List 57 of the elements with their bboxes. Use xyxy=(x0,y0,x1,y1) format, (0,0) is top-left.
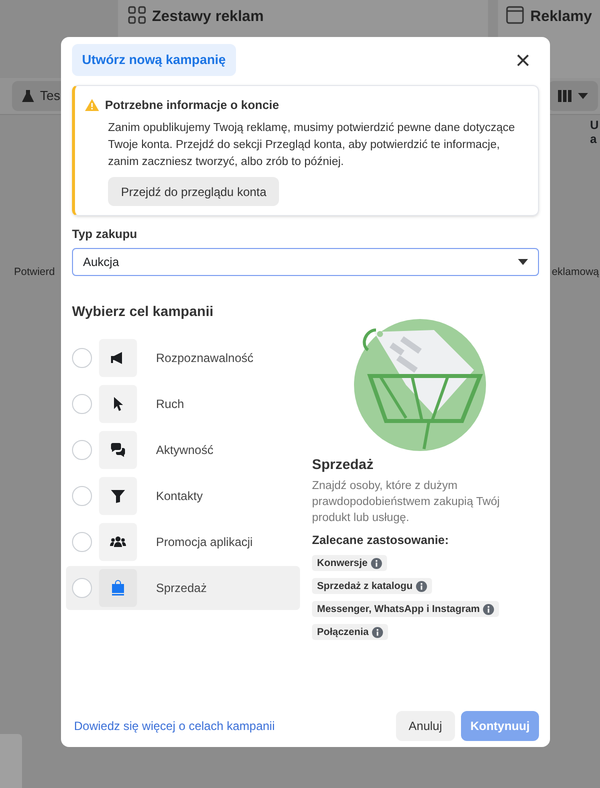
people-icon xyxy=(110,534,126,550)
tag: Konwersje xyxy=(312,555,387,571)
radio-button[interactable] xyxy=(72,486,92,506)
objective-label: Kontakty xyxy=(156,488,203,505)
close-button[interactable]: × xyxy=(509,46,537,74)
alert-text: Zanim opublikujemy Twoją reklamę, musimy potwierdzić pewne dane dotyczące Twoje konta. Przejdź do sekcji Przegląd konta, aby potwierdzić te informacje, zanim zaczniesz tworzyć, albo zrób to później. xyxy=(108,121,516,170)
shopping-bag-icon xyxy=(110,580,126,596)
body-text: eklamową xyxy=(552,265,599,280)
radio-button[interactable] xyxy=(72,578,92,598)
dialog-title: Utwórz nową kampanię xyxy=(72,44,236,76)
objective-title: Sprzedaż xyxy=(312,455,374,474)
objective-option[interactable]: Ruch xyxy=(66,382,300,426)
flask-icon xyxy=(22,89,34,103)
objective-option[interactable]: Aktywność xyxy=(66,428,300,472)
info-icon[interactable] xyxy=(372,626,383,638)
funnel-icon xyxy=(110,488,126,504)
objective-option[interactable]: Sprzedaż xyxy=(66,566,300,610)
radio-button[interactable] xyxy=(72,440,92,460)
info-icon[interactable] xyxy=(482,604,494,614)
section-heading: Wybierz cel kampanii xyxy=(72,302,214,321)
objective-option[interactable]: Promocja aplikacji xyxy=(66,520,300,564)
purchase-type-dropdown[interactable]: Aukcja xyxy=(72,248,539,276)
info-icon[interactable] xyxy=(416,580,427,592)
caret-icon xyxy=(578,93,588,99)
objective-label: Rozpoznawalność xyxy=(156,350,254,367)
objective-label: Sprzedaż xyxy=(156,580,207,597)
body-text: Potwierd xyxy=(14,265,55,280)
tag: Połączenia xyxy=(312,624,388,640)
grid-icon xyxy=(128,6,146,24)
objective-description: Znajdź osoby, które z dużym prawdopodobieństwem zakupią Twój produkt lub usługę. xyxy=(312,479,501,526)
info-icon[interactable] xyxy=(370,558,382,568)
field-label: Typ zakupu xyxy=(72,226,138,243)
column-header: U xyxy=(590,118,600,132)
columns-button[interactable] xyxy=(548,81,598,111)
chat-bubbles-icon xyxy=(110,442,126,458)
learn-more-link[interactable]: Dowiedz się więcej o celach kampanii xyxy=(74,717,275,735)
objective-label: Ruch xyxy=(156,396,184,413)
alert-title: Potrzebne informacje o koncie xyxy=(105,97,280,114)
caret-icon xyxy=(518,259,528,265)
tab-label: Zestawy reklam xyxy=(152,7,264,27)
tab-label: Reklamy xyxy=(530,7,592,27)
objective-option[interactable]: Rozpoznawalność xyxy=(66,336,300,380)
objective-option[interactable]: Kontakty xyxy=(66,474,300,518)
tag: Sprzedaż z katalogu xyxy=(312,578,432,594)
radio-button[interactable] xyxy=(72,394,92,414)
tag: Messenger, WhatsApp i Instagram xyxy=(312,601,499,617)
review-account-button[interactable]: Przejdź do przeglądu konta xyxy=(108,177,280,206)
columns-icon xyxy=(558,90,572,102)
column-header: a xyxy=(590,132,598,146)
recommended-label: Zalecane zastosowanie: xyxy=(312,532,450,549)
objective-label: Promocja aplikacji xyxy=(156,534,253,551)
warning-icon xyxy=(85,99,99,111)
window-icon xyxy=(506,6,524,24)
cancel-button[interactable]: Anuluj xyxy=(396,711,455,741)
radio-button[interactable] xyxy=(72,348,92,368)
radio-button[interactable] xyxy=(72,532,92,552)
objective-label: Aktywność xyxy=(156,442,214,459)
